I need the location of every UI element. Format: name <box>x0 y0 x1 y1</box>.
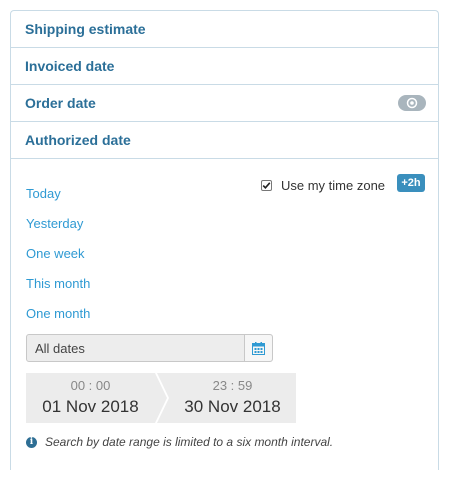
timezone-label: Use my time zone <box>281 178 386 193</box>
range-start[interactable]: 00 : 00 01 Nov 2018 <box>26 373 155 423</box>
preset-this-month[interactable]: This month <box>26 276 90 291</box>
range-limit-note: i Search by date range is limited to a s… <box>26 435 333 449</box>
preset-today[interactable]: Today <box>26 186 61 201</box>
accordion-label: Shipping estimate <box>25 21 146 37</box>
range-end-time: 23 : 59 <box>212 378 253 393</box>
accordion-order-date[interactable]: Order date <box>11 85 438 122</box>
preset-one-week[interactable]: One week <box>26 246 85 261</box>
accordion-label: Invoiced date <box>25 58 115 74</box>
date-range-select-value: All dates <box>35 340 85 356</box>
timezone-offset-badge: +2h <box>397 174 425 192</box>
calendar-icon[interactable] <box>244 335 272 361</box>
accordion-label: Order date <box>25 95 96 111</box>
date-filter-panel: Shipping estimate Invoiced date Order da… <box>10 10 439 470</box>
timezone-toggle[interactable]: Use my time zone <box>261 178 385 193</box>
accordion-shipping-estimate[interactable]: Shipping estimate <box>11 11 438 48</box>
timezone-checkbox[interactable] <box>261 180 272 191</box>
preset-one-month[interactable]: One month <box>26 306 90 321</box>
range-start-time: 00 : 00 <box>70 378 111 393</box>
accordion-authorized-date[interactable]: Authorized date <box>11 122 438 159</box>
range-end-date: 30 Nov 2018 <box>184 397 281 416</box>
range-limit-text: Search by date range is limited to a six… <box>45 435 334 449</box>
info-icon: i <box>26 436 37 448</box>
range-end[interactable]: 23 : 59 30 Nov 2018 <box>169 373 296 423</box>
range-start-date: 01 Nov 2018 <box>42 397 139 416</box>
date-range-select[interactable]: All dates <box>26 334 273 362</box>
preset-yesterday[interactable]: Yesterday <box>26 216 83 231</box>
date-time-range: 00 : 00 01 Nov 2018 23 : 59 30 Nov 2018 <box>26 373 296 423</box>
eye-icon[interactable] <box>398 95 426 111</box>
authorized-date-body: Today Yesterday One week This month One … <box>11 159 438 479</box>
accordion-label: Authorized date <box>25 132 131 148</box>
accordion-invoiced-date[interactable]: Invoiced date <box>11 48 438 85</box>
